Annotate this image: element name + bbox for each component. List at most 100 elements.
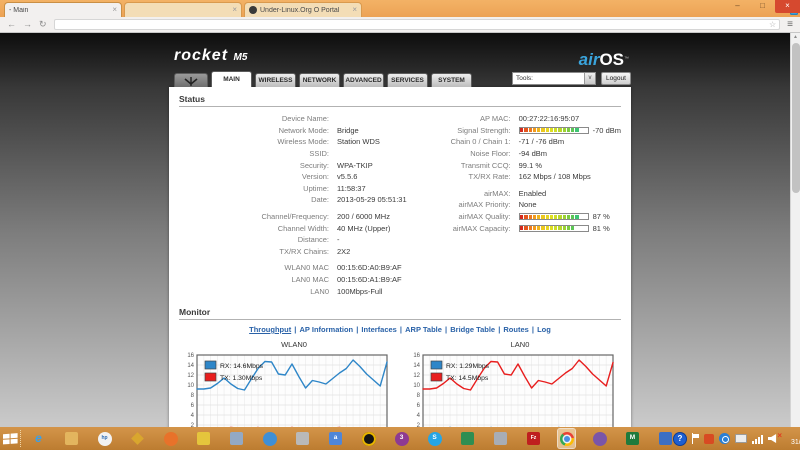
- status-value: 2X2: [337, 247, 350, 256]
- monitor-link-ap-information[interactable]: AP Information: [300, 325, 354, 334]
- status-value: 40 MHz (Upper): [337, 224, 390, 233]
- status-row: Transmit CCQ:99.1 %: [423, 159, 621, 171]
- nav-tab-services[interactable]: SERVICES: [387, 73, 428, 87]
- monitor-link-arp-table[interactable]: ARP Table: [405, 325, 442, 334]
- close-button[interactable]: ×: [775, 0, 800, 13]
- file-explorer-icon[interactable]: [63, 429, 80, 448]
- projector-app-icon[interactable]: [492, 429, 509, 448]
- start-button[interactable]: [3, 427, 18, 450]
- nav-tab-home[interactable]: [174, 73, 208, 87]
- logo-os-text: OS: [599, 50, 624, 69]
- tools-dropdown[interactable]: Tools: v: [512, 72, 596, 85]
- key-tool-icon[interactable]: [129, 429, 146, 448]
- chart-title: LAN0: [407, 337, 619, 352]
- camera-app-icon-glyph: [362, 432, 376, 446]
- firefox-icon[interactable]: [162, 429, 179, 448]
- reload-icon[interactable]: ↻: [39, 20, 47, 29]
- card-reader-app-icon[interactable]: [228, 429, 245, 448]
- bank-app-icon[interactable]: M: [624, 429, 641, 448]
- honeycomb-app-icon[interactable]: [195, 429, 212, 448]
- nav-tab-network[interactable]: NETWORK: [299, 73, 340, 87]
- monitor-link-bridge-table[interactable]: Bridge Table: [450, 325, 495, 334]
- browser-menu-icon[interactable]: ≡: [787, 20, 793, 30]
- volume-muted-icon[interactable]: ×: [768, 434, 780, 443]
- status-row: airMAX Quality:87 %: [423, 211, 621, 223]
- action-center-flag-icon[interactable]: [691, 433, 699, 444]
- status-value: Bridge: [337, 126, 359, 135]
- tray-power-app-icon[interactable]: [719, 433, 730, 444]
- taskbar-clock[interactable]: 22:44 31/10/2013: [791, 430, 800, 447]
- browser-tab[interactable]: - Main×: [4, 2, 122, 17]
- help-icon[interactable]: ?: [674, 433, 686, 445]
- status-row: Distance:-: [179, 234, 423, 246]
- link-separator: |: [443, 325, 449, 334]
- back-icon[interactable]: ←: [7, 20, 16, 29]
- green-monitor-app-icon[interactable]: [459, 429, 476, 448]
- logo-air-text: air: [579, 50, 600, 69]
- status-label: Transmit CCQ:: [423, 161, 511, 170]
- chart-svg-holder: 246810121416Mbps 0RX: 14.6MbpsTX: 1.30Mb…: [181, 352, 393, 427]
- chrome-icon[interactable]: [558, 429, 575, 448]
- svg-text:4: 4: [417, 413, 421, 419]
- nav-tab-wireless[interactable]: WIRELESS: [255, 73, 296, 87]
- keyboard-language-icon[interactable]: [735, 434, 747, 443]
- nav-tab-advanced[interactable]: ADVANCED: [343, 73, 384, 87]
- monitor-link-routes[interactable]: Routes: [503, 325, 528, 334]
- monitor-link-throughput[interactable]: Throughput: [249, 325, 291, 334]
- taskbar-separator: [20, 430, 21, 447]
- logout-button[interactable]: Logout: [601, 72, 631, 85]
- forward-icon[interactable]: →: [23, 20, 32, 29]
- search-app-icon[interactable]: [294, 429, 311, 448]
- status-value: 200 / 6000 MHz: [337, 212, 390, 221]
- status-label: airMAX Priority:: [423, 200, 511, 209]
- filezilla-icon[interactable]: Fz: [525, 429, 542, 448]
- status-label: SSID:: [179, 149, 329, 158]
- status-value: 87 %: [593, 212, 610, 221]
- status-label: Network Mode:: [179, 126, 329, 135]
- speaker-glyph: [768, 434, 777, 443]
- browser-tab[interactable]: Under-Linux.Org O Portal×: [244, 2, 362, 17]
- skype-icon[interactable]: S: [426, 429, 443, 448]
- svg-text:14: 14: [187, 363, 194, 369]
- status-label: Channel Width:: [179, 224, 329, 233]
- minimize-button[interactable]: –: [725, 0, 750, 13]
- nav-tab-system[interactable]: SYSTEM: [431, 73, 472, 87]
- camera-app-icon[interactable]: [360, 429, 377, 448]
- bookmark-star-icon[interactable]: ☆: [769, 21, 776, 29]
- tray-red-app-icon[interactable]: [704, 434, 714, 444]
- remote-app-icon[interactable]: a: [327, 429, 344, 448]
- browser-tab[interactable]: ×: [124, 2, 242, 17]
- maximize-button[interactable]: □: [750, 0, 775, 13]
- hp-icon[interactable]: hp: [96, 429, 113, 448]
- monitor-link-interfaces[interactable]: Interfaces: [361, 325, 396, 334]
- status-value: 00:15:6D:A1:B9:AF: [337, 275, 402, 284]
- google-earth-icon[interactable]: [261, 429, 278, 448]
- tools-label: Tools:: [516, 75, 533, 82]
- monitor-link-log[interactable]: Log: [537, 325, 551, 334]
- media-player-app-icon[interactable]: [591, 429, 608, 448]
- tab-close-icon[interactable]: ×: [232, 6, 237, 14]
- page-scrollbar[interactable]: ▲: [790, 33, 800, 427]
- antenna-icon: [183, 75, 199, 87]
- internet-explorer-icon[interactable]: e: [30, 429, 47, 448]
- status-value: 11:58:37: [337, 184, 366, 193]
- status-row: TX/RX Chains:2X2: [179, 246, 423, 258]
- photo-viewer-app-icon[interactable]: [657, 429, 674, 448]
- address-bar[interactable]: ☆: [54, 19, 781, 30]
- tab-close-icon[interactable]: ×: [352, 6, 357, 14]
- status-right-column: AP MAC:00:27:22:16:95:07Signal Strength:…: [423, 113, 621, 297]
- network-signal-icon[interactable]: [752, 434, 763, 444]
- svg-text:RX: 14.6Mbps: RX: 14.6Mbps: [220, 363, 264, 370]
- status-row: airMAX Capacity:81 %: [423, 222, 621, 234]
- page-background: ▲ rocket M5 airOS™ M: [0, 33, 800, 427]
- media-3-app-icon[interactable]: 3: [393, 429, 410, 448]
- nav-tab-main[interactable]: MAIN: [211, 71, 252, 87]
- svg-text:RX: 1.29Mbps: RX: 1.29Mbps: [446, 363, 490, 370]
- link-separator: |: [496, 325, 502, 334]
- status-row: WLAN0 MAC00:15:6D:A0:B9:AF: [179, 262, 423, 274]
- status-value: 00:15:6D:A0:B9:AF: [337, 263, 402, 272]
- logo-tm: ™: [624, 56, 629, 62]
- scroll-up-icon[interactable]: ▲: [793, 33, 798, 41]
- tab-close-icon[interactable]: ×: [112, 6, 117, 14]
- scrollbar-thumb[interactable]: [792, 43, 800, 193]
